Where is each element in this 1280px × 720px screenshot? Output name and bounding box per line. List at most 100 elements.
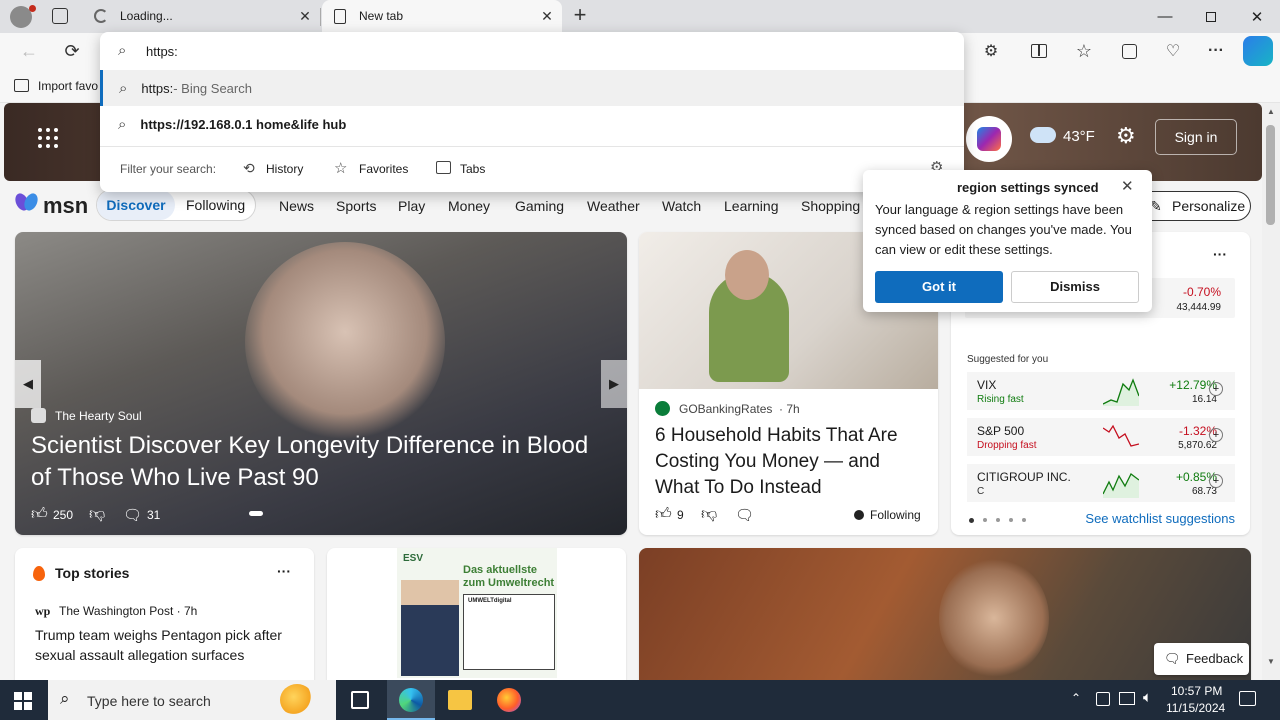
- nav-weather[interactable]: Weather: [587, 198, 640, 214]
- carousel-dots[interactable]: [241, 511, 401, 517]
- personalize-button[interactable]: ✎ Personalize: [1137, 191, 1251, 221]
- watchlist-row[interactable]: CITIGROUP INC. C +0.85% 68.73: [967, 464, 1235, 502]
- firefox-icon[interactable]: [497, 688, 521, 712]
- ad-person: [401, 580, 459, 676]
- tray-device-icon[interactable]: [1096, 692, 1110, 706]
- article-title[interactable]: 6 Household Habits That Are Costing You …: [655, 423, 927, 501]
- profile-icon[interactable]: [10, 5, 36, 28]
- comment-icon[interactable]: 🗨︎: [735, 506, 754, 524]
- nav-sports[interactable]: Sports: [336, 198, 376, 214]
- split-screen-icon[interactable]: [1024, 36, 1054, 66]
- title-bar: Loading... ✕ New tab ✕ + — ✕: [0, 0, 1280, 33]
- copilot-button[interactable]: [966, 116, 1012, 162]
- windows-start-icon[interactable]: [14, 692, 32, 710]
- scroll-up-icon[interactable]: ▲: [1267, 107, 1275, 116]
- sign-in-button[interactable]: Sign in: [1155, 119, 1237, 155]
- nav-shopping[interactable]: Shopping: [801, 198, 860, 214]
- tab-loading[interactable]: Loading... ✕: [84, 0, 320, 33]
- tab-new-tab[interactable]: New tab ✕: [322, 0, 562, 33]
- address-input[interactable]: [146, 40, 926, 62]
- comment-icon[interactable]: 🗨︎: [123, 506, 142, 524]
- scroll-thumb[interactable]: [1266, 125, 1275, 225]
- nav-gaming[interactable]: Gaming: [515, 198, 564, 214]
- apps-grid-icon[interactable]: [38, 128, 58, 148]
- got-it-button[interactable]: Got it: [875, 271, 1003, 303]
- more-options-icon[interactable]: ···: [1201, 36, 1231, 66]
- hero-title[interactable]: Scientist Discover Key Longevity Differe…: [31, 430, 611, 494]
- hero-comments: 31: [147, 508, 161, 522]
- tab-actions-icon[interactable]: [52, 8, 68, 24]
- nav-news[interactable]: News: [279, 198, 314, 214]
- carousel-next-icon[interactable]: ▶: [601, 360, 627, 408]
- minimize-icon[interactable]: —: [1142, 0, 1188, 33]
- following-pill[interactable]: Following: [186, 197, 245, 213]
- weather-widget-icon[interactable]: [280, 684, 314, 716]
- suggestion-bing[interactable]: ⌕ https: - Bing Search: [100, 70, 964, 106]
- refresh-icon[interactable]: ⟳: [57, 36, 87, 66]
- feedback-icon: 🗨︎: [1164, 651, 1181, 666]
- restore-icon[interactable]: [1188, 0, 1234, 33]
- filter-history[interactable]: History: [266, 162, 303, 176]
- dislike-icon[interactable]: 👎︎: [89, 505, 105, 524]
- task-view-icon[interactable]: [351, 691, 369, 709]
- back-icon[interactable]: ←: [14, 36, 44, 66]
- taskbar-date[interactable]: 11/15/2024: [1166, 701, 1225, 715]
- watchlist-row[interactable]: S&P 500 Dropping fast -1.32% 5,870.62: [967, 418, 1235, 456]
- settings-gear-icon[interactable]: ⚙: [1116, 123, 1136, 149]
- taskbar-time[interactable]: 10:57 PM: [1171, 684, 1222, 698]
- browser-essentials-icon[interactable]: ♡: [1158, 36, 1188, 66]
- carousel-prev-icon[interactable]: ◀: [15, 360, 41, 408]
- following-label[interactable]: Following: [870, 508, 921, 522]
- search-icon: ⌕: [60, 689, 70, 708]
- nav-watch[interactable]: Watch: [662, 198, 701, 214]
- network-icon[interactable]: [1119, 692, 1135, 705]
- scroll-down-icon[interactable]: ▼: [1267, 657, 1275, 666]
- like-icon[interactable]: 👍︎: [31, 505, 48, 524]
- ad-card[interactable]: ESV Das aktuellste zum Umweltrecht UMWEL…: [327, 548, 626, 680]
- filter-tabs[interactable]: Tabs: [460, 162, 485, 176]
- weather-temp[interactable]: 43°F: [1063, 128, 1095, 145]
- nav-play[interactable]: Play: [398, 198, 425, 214]
- taskbar-search-box[interactable]: ⌕ Type here to search: [48, 680, 336, 720]
- region-sync-popup: region settings synced ✕ Your language &…: [863, 170, 1152, 312]
- personalize-label: Personalize: [1172, 198, 1246, 214]
- watchlist-more-icon[interactable]: ···: [1213, 246, 1227, 262]
- nav-money[interactable]: Money: [448, 198, 490, 214]
- video-card[interactable]: 🗨︎ Feedback: [639, 548, 1251, 680]
- like-icon[interactable]: 👍︎: [655, 505, 672, 524]
- watchlist-row[interactable]: VIX Rising fast +12.79% 16.14: [967, 372, 1235, 410]
- feedback-button[interactable]: 🗨︎ Feedback: [1154, 643, 1249, 675]
- hero-article-card[interactable]: ◀ ▶ The Hearty Soul Scientist Discover K…: [15, 232, 627, 535]
- suggestion-url[interactable]: ⌕ https://192.168.0.1 home&life hub: [100, 106, 964, 142]
- extensions-icon[interactable]: ⚙: [976, 36, 1006, 66]
- collections-icon[interactable]: [1114, 36, 1144, 66]
- add-citigroup-icon[interactable]: +: [1209, 474, 1223, 488]
- dislike-icon[interactable]: 👎︎: [701, 505, 717, 524]
- new-tab-icon[interactable]: +: [568, 4, 592, 27]
- tray-chevron-icon[interactable]: ⌃: [1071, 691, 1081, 705]
- close-popup-icon[interactable]: ✕: [1121, 177, 1134, 195]
- watchlist-dots[interactable]: [969, 518, 1029, 523]
- msn-logo[interactable]: msn: [43, 193, 88, 219]
- dismiss-button[interactable]: Dismiss: [1011, 271, 1139, 303]
- top-stories-heading[interactable]: Top stories: [55, 565, 129, 581]
- import-favorites-link[interactable]: Import favo: [38, 79, 98, 93]
- close-window-icon[interactable]: ✕: [1234, 0, 1280, 33]
- nav-learning[interactable]: Learning: [724, 198, 779, 214]
- favorites-star-icon[interactable]: ☆: [1069, 36, 1099, 66]
- discover-pill[interactable]: Discover: [97, 190, 175, 220]
- close-tab-icon[interactable]: ✕: [540, 9, 554, 23]
- notifications-icon[interactable]: [1239, 691, 1256, 706]
- volume-icon[interactable]: 🔈︎: [1143, 689, 1152, 706]
- close-tab-icon[interactable]: ✕: [298, 9, 312, 23]
- story-headline[interactable]: Trump team weighs Pentagon pick after se…: [35, 625, 299, 665]
- add-vix-icon[interactable]: +: [1209, 382, 1223, 396]
- edge-taskbar-icon[interactable]: [387, 680, 435, 720]
- filter-favorites[interactable]: Favorites: [359, 162, 408, 176]
- copilot-icon[interactable]: [1243, 36, 1273, 66]
- top-stories-more-icon[interactable]: ···: [277, 563, 291, 579]
- see-watchlist-link[interactable]: See watchlist suggestions: [1085, 511, 1235, 526]
- add-sp500-icon[interactable]: +: [1209, 428, 1223, 442]
- page-scrollbar[interactable]: ▲ ▼: [1262, 103, 1280, 680]
- file-explorer-icon[interactable]: [448, 690, 472, 710]
